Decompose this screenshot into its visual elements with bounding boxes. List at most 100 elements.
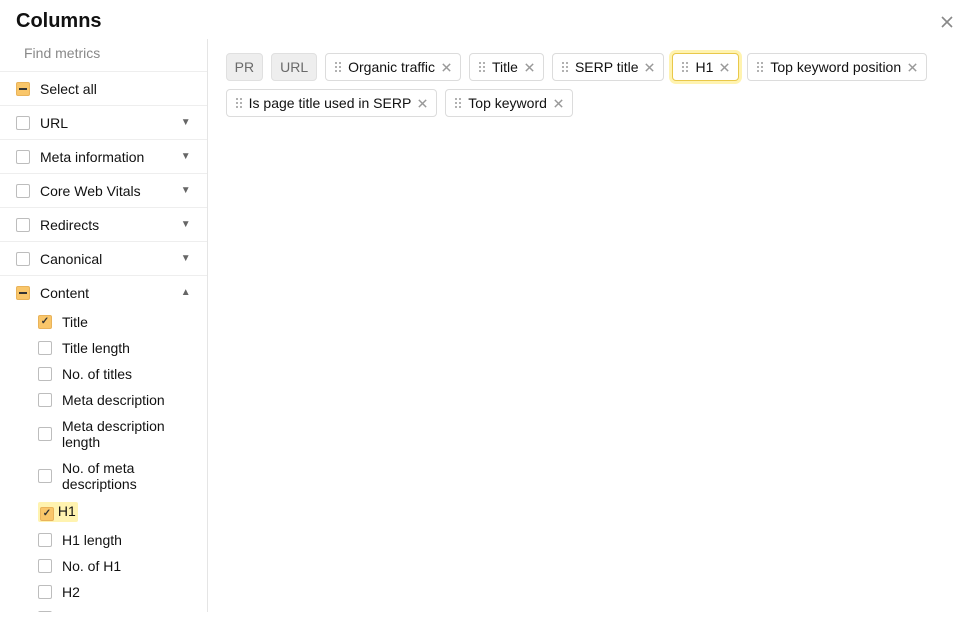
category-label-url: URL [40, 115, 171, 131]
category-checkbox-core-web-vitals[interactable] [16, 184, 30, 198]
metric-row-no-of-meta-descriptions[interactable]: No. of meta descriptions [0, 455, 207, 497]
metric-row-title-length[interactable]: Title length [0, 335, 207, 361]
metric-row-h2[interactable]: H2 [0, 579, 207, 605]
search-row [0, 39, 207, 71]
column-chip-label: Top keyword [468, 95, 547, 111]
category-checkbox-meta-information[interactable] [16, 150, 30, 164]
column-chip-organic-traffic[interactable]: Organic traffic [325, 53, 461, 81]
metric-checkbox-h1-length[interactable] [38, 533, 52, 547]
select-all-checkbox[interactable] [16, 82, 30, 96]
chevron-down-icon[interactable]: ▼ [181, 151, 195, 162]
metric-checkbox-meta-description[interactable] [38, 393, 52, 407]
metric-checkbox-meta-description-length[interactable] [38, 427, 52, 441]
remove-chip-icon[interactable] [907, 62, 918, 73]
metric-label-meta-description: Meta description [62, 392, 195, 408]
select-all-label: Select all [40, 81, 195, 97]
metric-label-h1-length: H1 length [62, 532, 195, 548]
drag-handle-icon[interactable] [235, 97, 243, 109]
metric-label-meta-description-length: Meta description length [62, 418, 195, 450]
drag-handle-icon[interactable] [334, 61, 342, 73]
category-row-meta-information[interactable]: Meta information ▼ [0, 139, 207, 173]
category-label-core-web-vitals: Core Web Vitals [40, 183, 171, 199]
chevron-up-icon[interactable]: ▲ [181, 287, 195, 298]
remove-chip-icon[interactable] [553, 98, 564, 109]
drag-handle-icon[interactable] [454, 97, 462, 109]
category-row-content[interactable]: Content ▲ [0, 275, 207, 309]
remove-chip-icon[interactable] [524, 62, 535, 73]
column-chip-pr: PR [226, 53, 263, 81]
category-checkbox-url[interactable] [16, 116, 30, 130]
chevron-down-icon[interactable]: ▼ [181, 185, 195, 196]
column-chip-label: Organic traffic [348, 59, 435, 75]
drag-handle-icon[interactable] [681, 61, 689, 73]
metric-checkbox-keywords[interactable] [38, 611, 52, 612]
dialog-title: Columns [16, 10, 102, 33]
metric-checkbox-h2[interactable] [38, 585, 52, 599]
category-label-canonical: Canonical [40, 251, 171, 267]
close-icon [940, 15, 954, 29]
metric-checkbox-no-of-meta-descriptions[interactable] [38, 469, 52, 483]
category-checkbox-content[interactable] [16, 286, 30, 300]
metric-row-meta-description[interactable]: Meta description [0, 387, 207, 413]
category-checkbox-redirects[interactable] [16, 218, 30, 232]
category-checkbox-canonical[interactable] [16, 252, 30, 266]
column-chip-label: Title [492, 59, 518, 75]
column-chip-label: SERP title [575, 59, 639, 75]
metric-label-h2: H2 [62, 584, 195, 600]
metric-checkbox-h1[interactable] [40, 507, 54, 521]
column-chip-label: URL [280, 59, 308, 75]
metric-row-h1-length[interactable]: H1 length [0, 527, 207, 553]
selected-columns-area: PR URL Organic traffic Title SERP title H1 Top… [208, 39, 974, 612]
category-row-core-web-vitals[interactable]: Core Web Vitals ▼ [0, 173, 207, 207]
column-chip-label: H1 [695, 59, 713, 75]
category-label-content: Content [40, 285, 171, 301]
remove-chip-icon[interactable] [417, 98, 428, 109]
metric-checkbox-title-length[interactable] [38, 341, 52, 355]
column-chip-is-page-title-used-in-serp[interactable]: Is page title used in SERP [226, 89, 438, 117]
metric-row-no-of-titles[interactable]: No. of titles [0, 361, 207, 387]
metric-label-title-length: Title length [62, 340, 195, 356]
column-chip-top-keyword[interactable]: Top keyword [445, 89, 573, 117]
close-button[interactable] [936, 11, 958, 33]
category-row-url[interactable]: URL ▼ [0, 105, 207, 139]
metric-row-no-of-h1[interactable]: No. of H1 [0, 553, 207, 579]
metric-row-h1[interactable]: H1 [0, 497, 207, 527]
metric-checkbox-no-of-h1[interactable] [38, 559, 52, 573]
column-chip-serp-title[interactable]: SERP title [552, 53, 665, 81]
metric-checkbox-no-of-titles[interactable] [38, 367, 52, 381]
highlight: H1 [38, 502, 78, 522]
remove-chip-icon[interactable] [441, 62, 452, 73]
metric-checkbox-title[interactable] [38, 315, 52, 329]
metric-row-meta-description-length[interactable]: Meta description length [0, 413, 207, 455]
dialog-body: Select all URL▼Meta information▼Core Web… [0, 39, 974, 612]
column-chip-label: Is page title used in SERP [249, 95, 412, 111]
select-all-row[interactable]: Select all [0, 71, 207, 105]
metric-label-title: Title [62, 314, 195, 330]
chevron-down-icon[interactable]: ▼ [181, 117, 195, 128]
metric-row-keywords[interactable]: Keywords [0, 605, 207, 612]
chevron-down-icon[interactable]: ▼ [181, 219, 195, 230]
dialog-header: Columns [0, 0, 974, 39]
drag-handle-icon[interactable] [478, 61, 486, 73]
category-row-canonical[interactable]: Canonical ▼ [0, 241, 207, 275]
column-chip-label: Top keyword position [770, 59, 901, 75]
category-label-redirects: Redirects [40, 217, 171, 233]
metric-label-no-of-titles: No. of titles [62, 366, 195, 382]
column-chip-top-keyword-position[interactable]: Top keyword position [747, 53, 927, 81]
drag-handle-icon[interactable] [756, 61, 764, 73]
metric-label-no-of-meta-descriptions: No. of meta descriptions [62, 460, 195, 492]
metric-label-keywords: Keywords [62, 610, 195, 612]
metric-label-h1: H1 [58, 503, 76, 519]
category-row-redirects[interactable]: Redirects ▼ [0, 207, 207, 241]
column-chip-title[interactable]: Title [469, 53, 544, 81]
column-chip-url: URL [271, 53, 317, 81]
metric-row-title[interactable]: Title [0, 309, 207, 335]
sidebar: Select all URL▼Meta information▼Core Web… [0, 39, 208, 612]
chevron-down-icon[interactable]: ▼ [181, 253, 195, 264]
category-label-meta-information: Meta information [40, 149, 171, 165]
drag-handle-icon[interactable] [561, 61, 569, 73]
search-input[interactable] [24, 45, 205, 61]
remove-chip-icon[interactable] [644, 62, 655, 73]
column-chip-h1[interactable]: H1 [672, 53, 739, 81]
remove-chip-icon[interactable] [719, 62, 730, 73]
